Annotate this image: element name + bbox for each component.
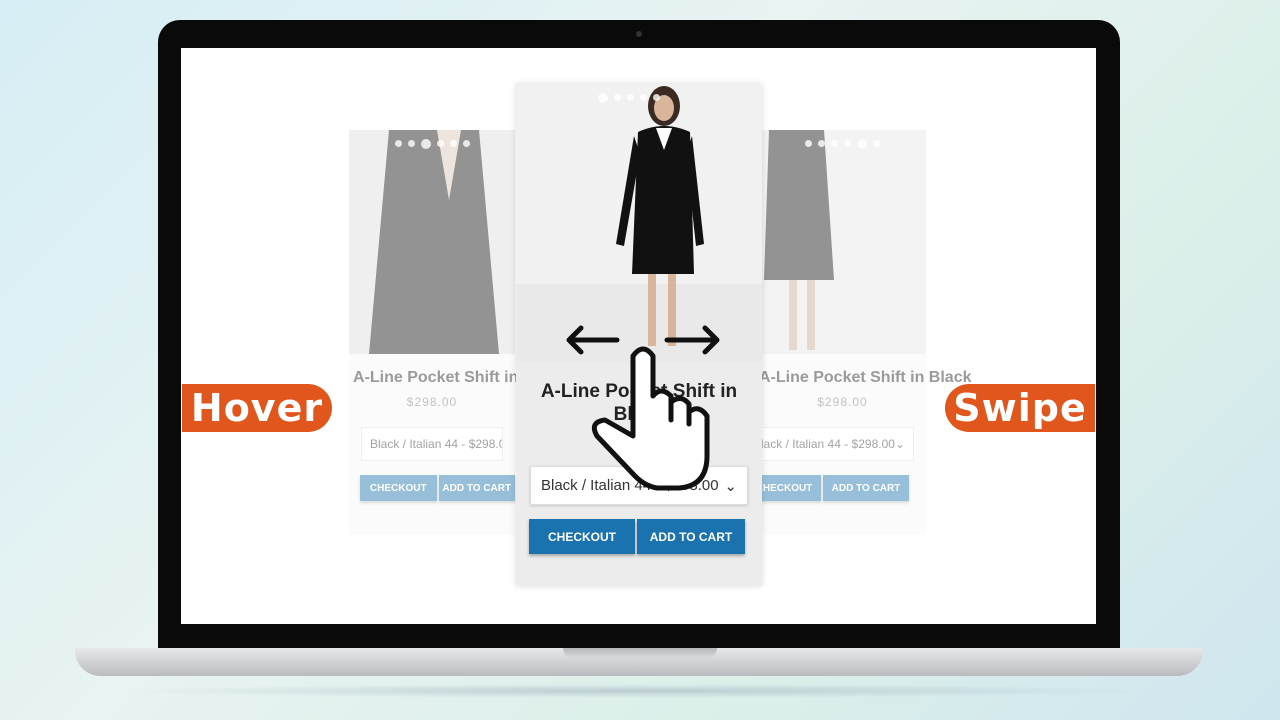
chevron-down-icon: ⌄ — [894, 437, 905, 451]
product-image[interactable] — [349, 130, 515, 354]
carousel-dots[interactable] — [349, 139, 515, 149]
add-to-cart-button[interactable]: ADD TO CART — [823, 475, 909, 501]
checkout-button[interactable]: CHECKOUT — [529, 519, 635, 554]
screen: A-Line Pocket Shift in Black $298.00 Bla… — [181, 48, 1096, 624]
product-card-left[interactable]: A-Line Pocket Shift in Black $298.00 Bla… — [349, 130, 565, 535]
swipe-hand-icon — [566, 325, 720, 491]
laptop-shadow — [120, 684, 1160, 698]
checkout-button[interactable]: CHECKOUT — [360, 475, 437, 501]
dress-photo — [349, 130, 515, 354]
variant-select[interactable]: Black / Italian 44 - $298.00 — [361, 427, 503, 461]
variant-select[interactable]: ⌄ Black / Italian 44 - $298.00 — [759, 427, 914, 461]
dress-photo — [759, 130, 926, 354]
product-title[interactable]: A-Line Pocket Shift in Black — [349, 368, 565, 387]
variant-value: Black / Italian 44 - $298.00 — [370, 437, 503, 451]
product-card-right[interactable]: A-Line Pocket Shift in Black $298.00 ⌄ Bl… — [747, 130, 971, 535]
product-price: $298.00 — [406, 395, 458, 409]
variant-value: Black / Italian 44 - $298.00 — [759, 437, 895, 451]
laptop-notch — [563, 648, 717, 658]
carousel-dots[interactable] — [759, 139, 926, 149]
product-title[interactable]: A-Line Pocket Shift in Black — [759, 368, 971, 387]
hover-label: Hover — [182, 384, 332, 432]
swipe-label: Swipe — [945, 384, 1095, 432]
camera — [636, 31, 642, 37]
product-price: $298.00 — [817, 395, 868, 409]
add-to-cart-button[interactable]: ADD TO CART — [637, 519, 745, 554]
product-image[interactable] — [759, 130, 926, 354]
add-to-cart-button[interactable]: ADD TO CART — [438, 475, 515, 501]
carousel-dots[interactable] — [516, 93, 762, 103]
